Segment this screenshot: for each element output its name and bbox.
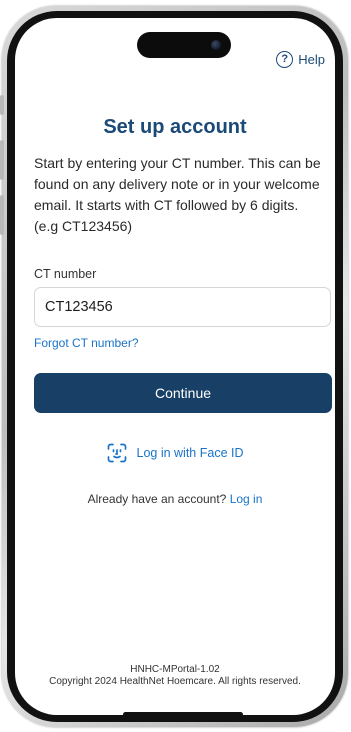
already-have-account: Already have an account? Log in bbox=[15, 492, 335, 506]
copyright-text: Copyright 2024 HealthNet Hoemcare. All r… bbox=[49, 676, 301, 687]
phone-screen: ? Help Set up account Start by entering … bbox=[15, 18, 335, 715]
continue-button[interactable]: Continue bbox=[34, 373, 332, 413]
already-text: Already have an account? bbox=[87, 492, 227, 506]
faceid-login-button[interactable]: Log in with Face ID bbox=[15, 443, 335, 463]
ct-number-label: CT number bbox=[34, 267, 97, 281]
forgot-ct-number-link[interactable]: Forgot CT number? bbox=[34, 336, 139, 350]
camera-icon bbox=[211, 40, 221, 50]
app-version: HNHC-MPortal-1.02 bbox=[130, 664, 220, 675]
side-button-mute bbox=[0, 95, 4, 115]
ct-number-input[interactable] bbox=[34, 287, 331, 327]
footer: HNHC-MPortal-1.02 Copyright 2024 HealthN… bbox=[15, 664, 335, 688]
login-link[interactable]: Log in bbox=[230, 492, 263, 506]
side-button-volume-down bbox=[0, 195, 4, 235]
home-indicator[interactable] bbox=[123, 712, 243, 715]
dynamic-island bbox=[137, 32, 231, 58]
question-circle-icon: ? bbox=[276, 51, 294, 68]
face-id-icon bbox=[107, 443, 126, 463]
help-button[interactable]: ? Help bbox=[276, 51, 325, 68]
faceid-label: Log in with Face ID bbox=[136, 446, 244, 460]
page-title: Set up account bbox=[103, 116, 247, 138]
intro-text: Start by entering your CT number. This c… bbox=[34, 155, 321, 234]
side-button-volume-up bbox=[0, 140, 4, 180]
help-label: Help bbox=[298, 52, 325, 67]
